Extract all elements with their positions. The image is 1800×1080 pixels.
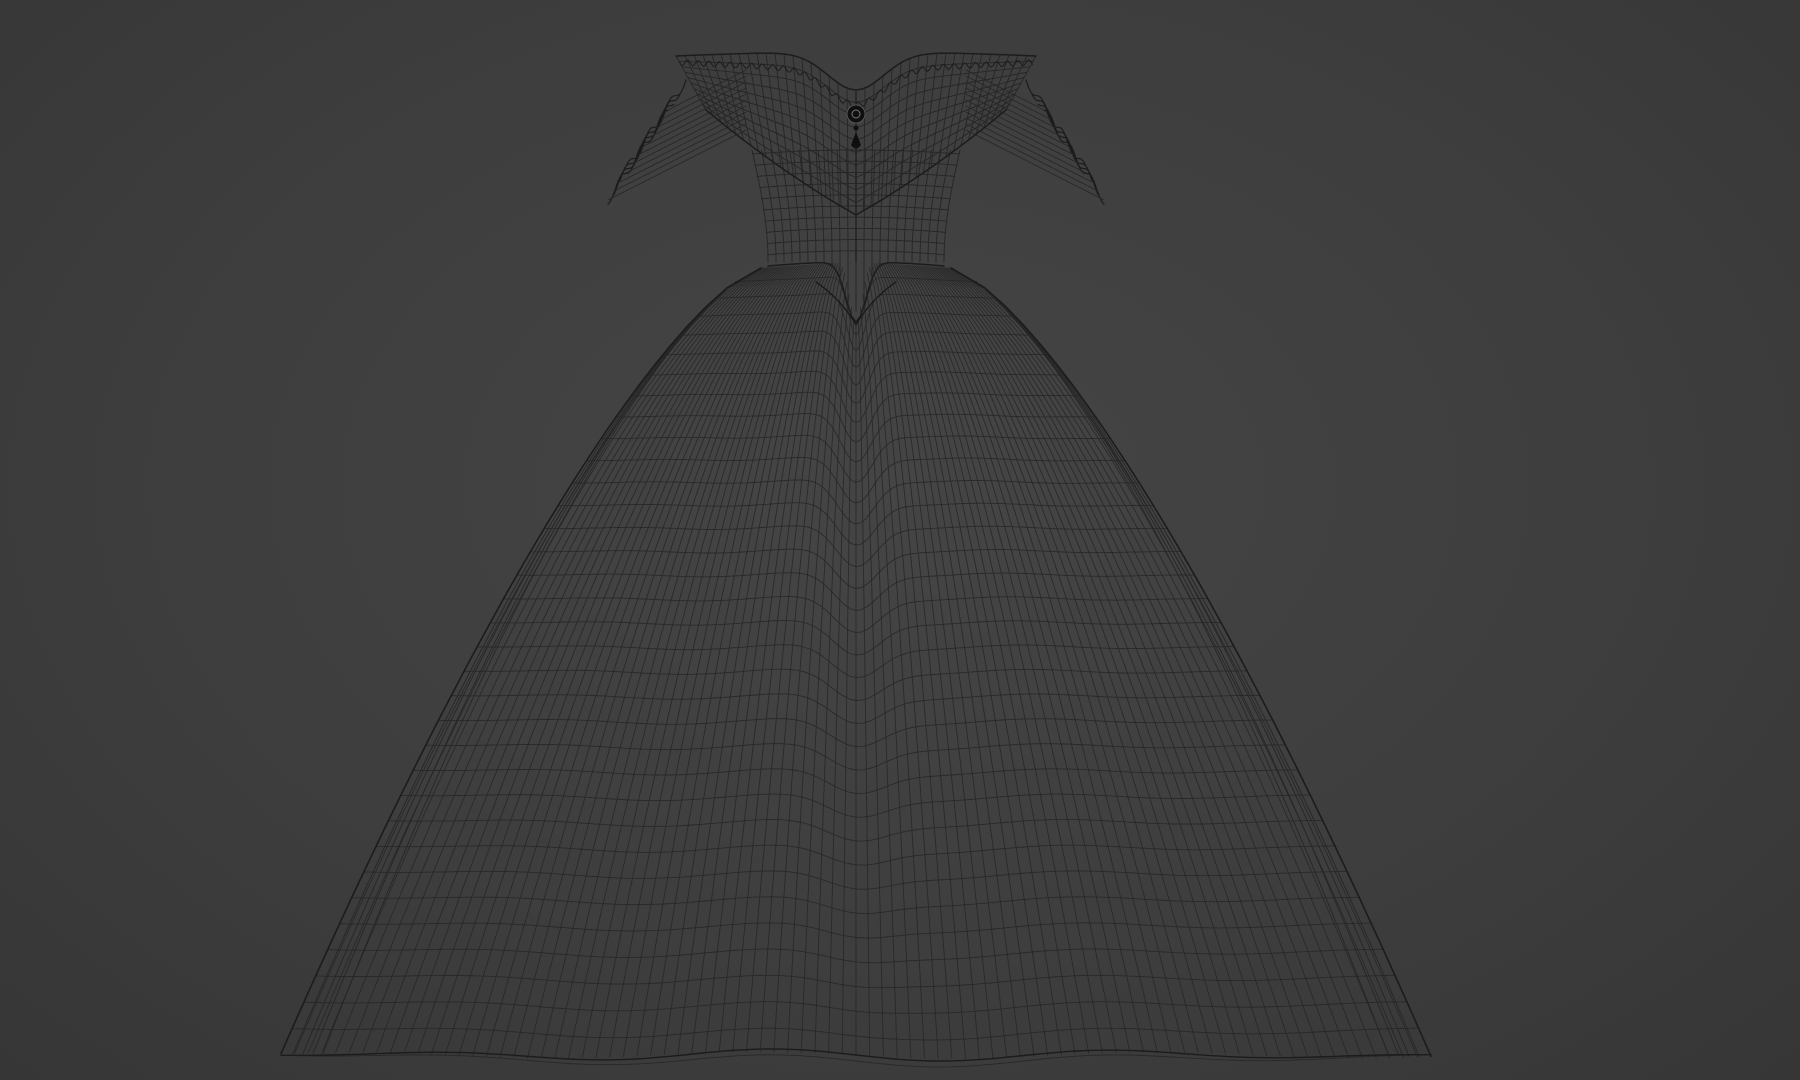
bodice-panel-line [927, 149, 942, 263]
skirt-pleat-line [322, 267, 762, 1055]
skirt-gore-line [362, 266, 776, 1053]
skirt-gore-line [946, 267, 1405, 1058]
skirt-gore-line [294, 267, 764, 1054]
skirt-gore-line [930, 266, 1309, 1058]
skirt-gore-line [943, 267, 1391, 1059]
ruffle-spoke-line [965, 105, 1081, 165]
sleeve-ruffle-left [607, 69, 747, 205]
skirt-gore-line [595, 264, 814, 1059]
skirt-gore-line [934, 266, 1336, 1059]
bodice-panel-line [770, 149, 785, 263]
skirt-gore-line [540, 264, 805, 1059]
3d-viewport[interactable] [0, 0, 1800, 1080]
skirt-pleat-line [312, 267, 762, 1055]
skirt-gore-line [376, 266, 778, 1053]
bodice-panel-line [798, 149, 809, 263]
bodice-panel-line [836, 149, 841, 281]
ruffle-edge-line [613, 103, 675, 196]
skirt-gore-line [921, 265, 1254, 1056]
skirt-gore-line [903, 264, 1144, 1053]
skirt-gore-line [307, 267, 766, 1054]
skirt-mesh [280, 263, 1432, 1068]
brooch-icon [846, 104, 866, 149]
skirt-gore-line [948, 267, 1418, 1058]
bodice-panel-line [943, 149, 961, 263]
skirt-gore-line [773, 267, 843, 1053]
skirt-pleat-line [950, 267, 1390, 1057]
skirt-gore-line [321, 267, 769, 1053]
skirt-gore-line [927, 266, 1295, 1058]
skirt-gore-line [431, 265, 787, 1055]
skirt-gore-line [909, 264, 1186, 1053]
skirt-gore-line [403, 266, 782, 1054]
ruffle-edge-line [1037, 103, 1099, 196]
skirt-gore-line [871, 264, 953, 1059]
bodice-panel-line [779, 149, 793, 263]
bodice-panel-line [871, 149, 876, 281]
skirt-gore-line [905, 264, 1158, 1053]
skirt-gore-line [925, 265, 1281, 1057]
skirt-gore-line [841, 317, 855, 1055]
dress-wireframe-mesh [280, 52, 1432, 1068]
skirt-pleat-line [302, 267, 762, 1055]
bodice-panel-line [919, 149, 933, 263]
ruffle-spoke-line [607, 129, 747, 201]
skirt-gore-line [636, 263, 821, 1057]
brooch-link [853, 125, 859, 131]
skirt-ring-line [280, 1054, 1432, 1068]
skirt-gore-line [458, 265, 791, 1056]
skirt-gore-line [417, 266, 785, 1054]
brooch-drop [851, 132, 861, 149]
skirt-pleat-line [950, 267, 1420, 1057]
skirt-gore-line [759, 264, 841, 1053]
skirt-gore-line [898, 264, 1117, 1053]
skirt-gore-line [873, 263, 966, 1059]
skirt-pleat-line [950, 267, 1400, 1057]
bodice-panel-line [879, 149, 885, 268]
skirt-gore-line [891, 263, 1076, 1055]
bodice-panel-line [903, 149, 914, 263]
ruffle-spoke-line [965, 129, 1105, 201]
sleeve-ruffle-right [965, 69, 1105, 205]
bodice-panel-line [827, 149, 833, 268]
skirt-gore-line [800, 281, 848, 1054]
skirt-gore-line [869, 267, 939, 1059]
bodice-panel-line [751, 149, 769, 263]
ruffle-spoke-line [631, 105, 747, 165]
brooch-disc [846, 104, 866, 124]
